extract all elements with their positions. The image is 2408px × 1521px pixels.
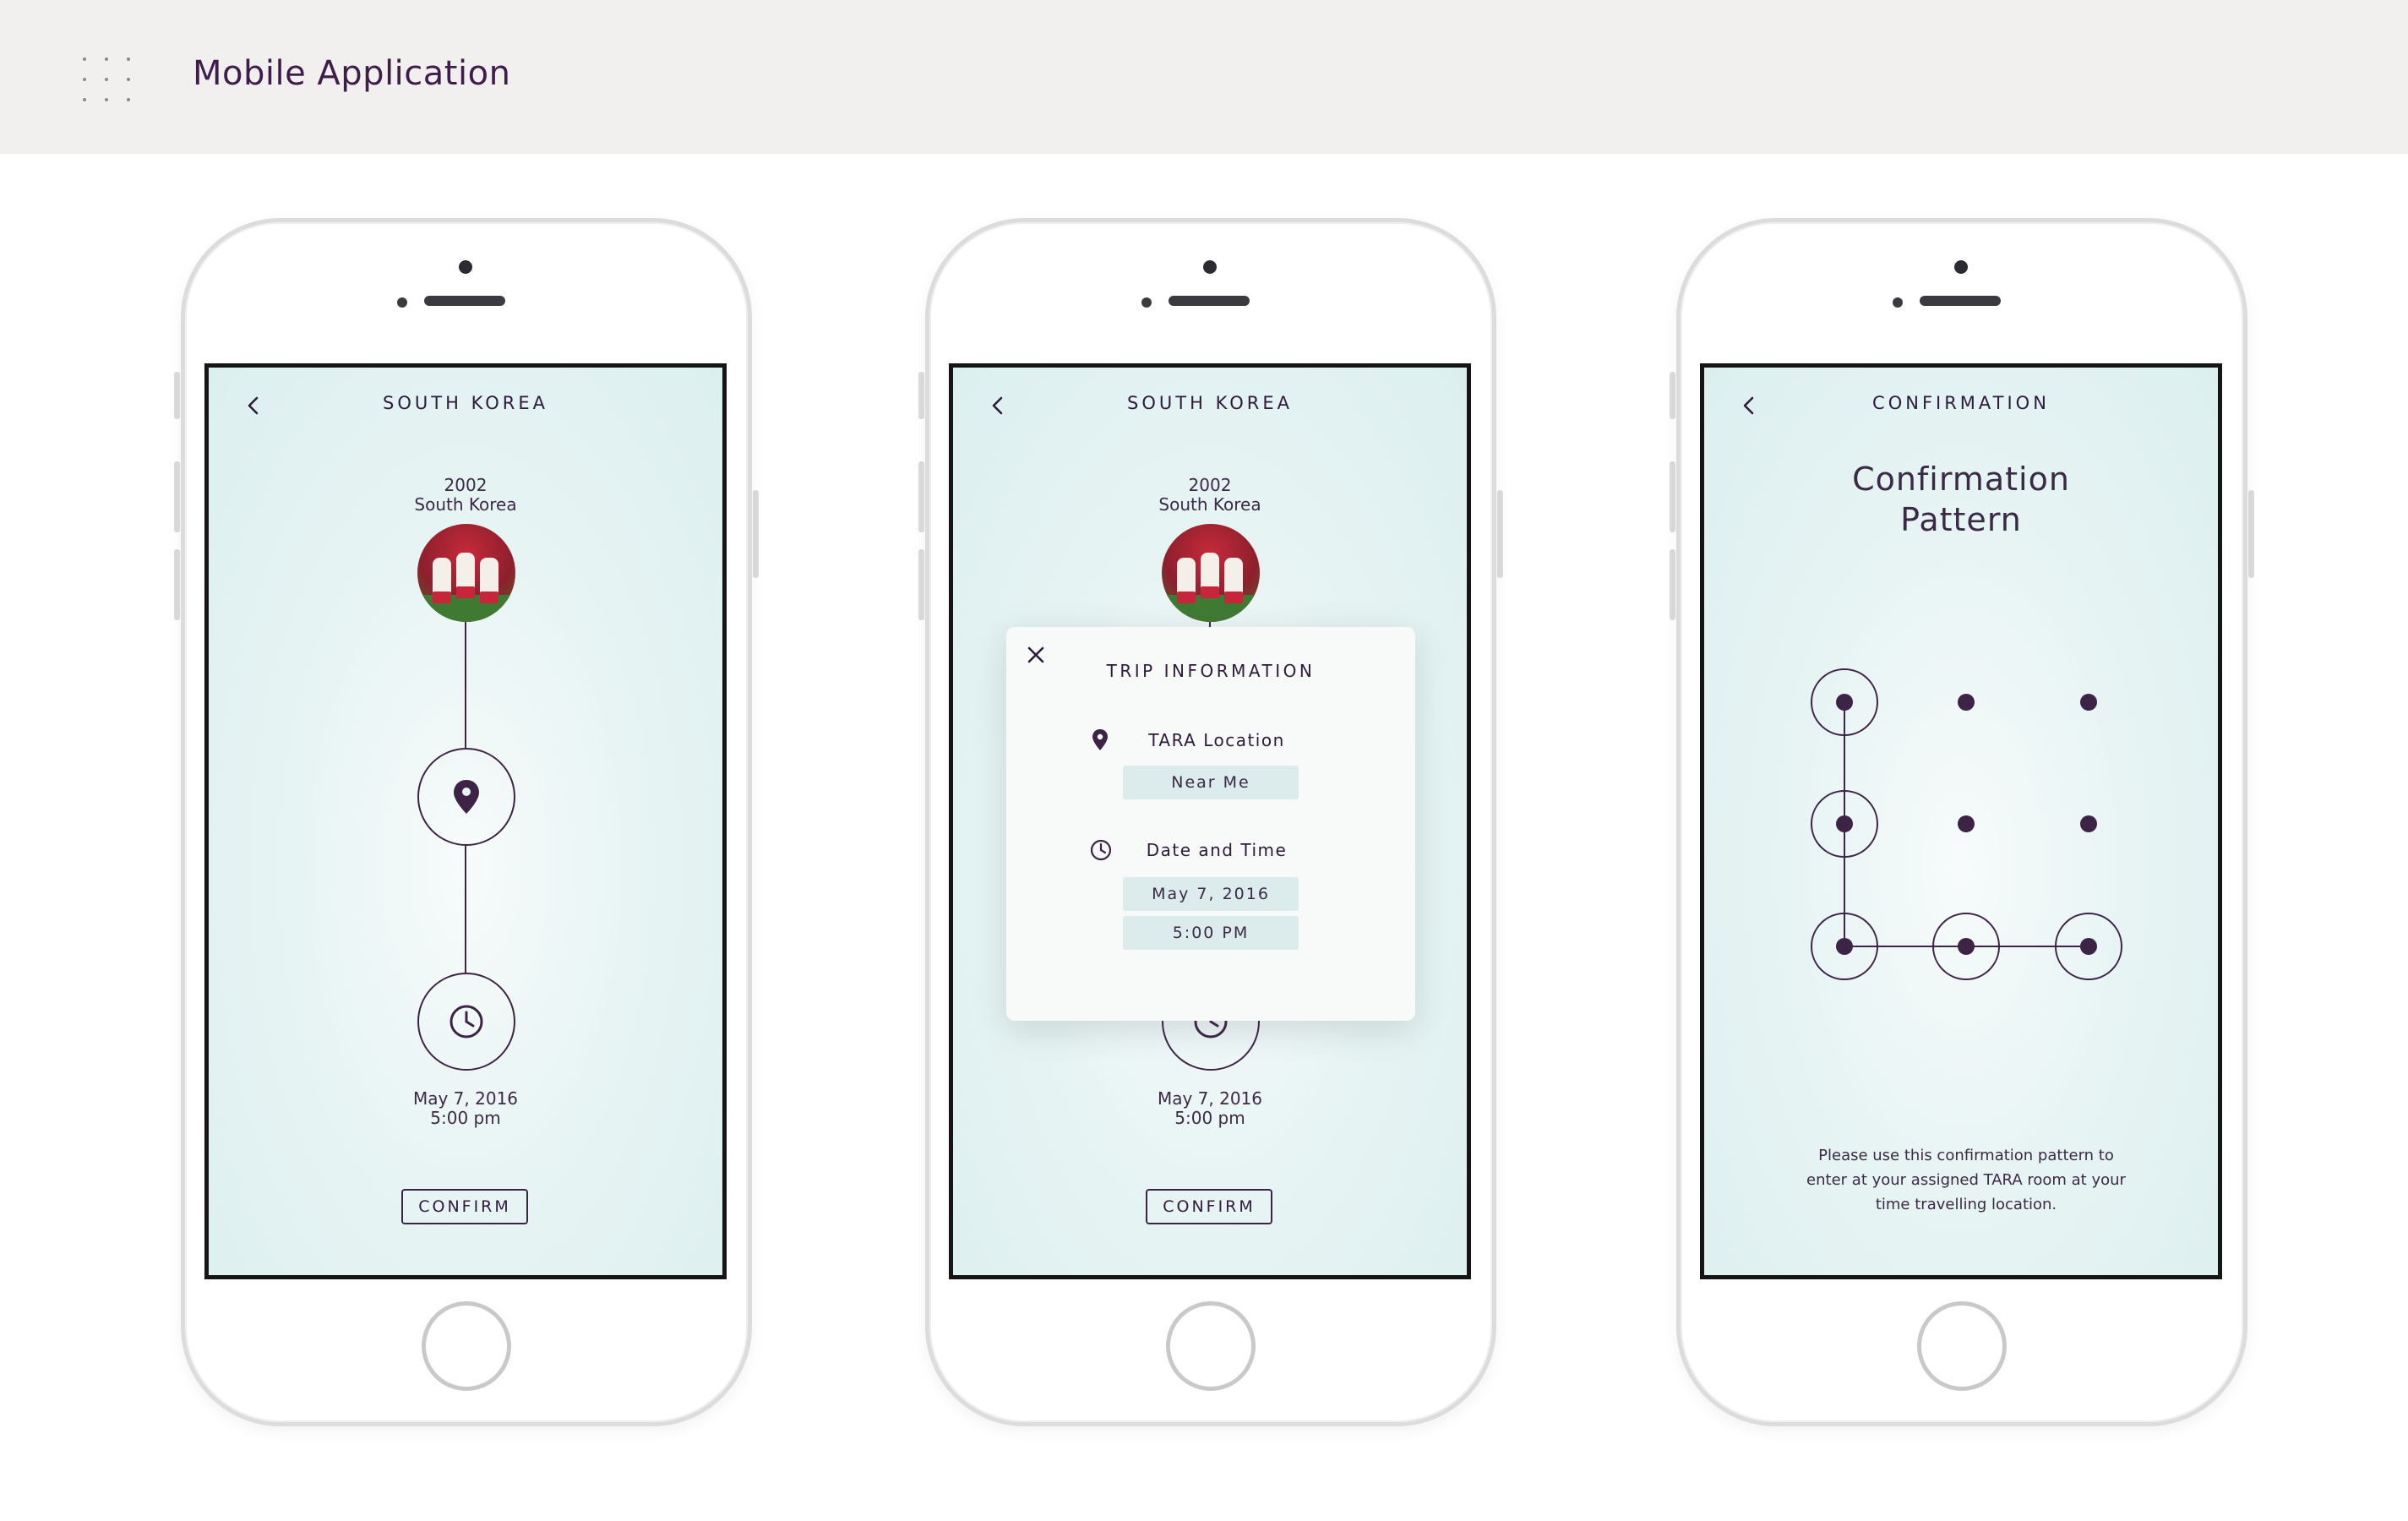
pattern-dot xyxy=(1836,938,1853,955)
page-header: Mobile Application xyxy=(0,0,2408,154)
location-label: TARA Location xyxy=(1148,730,1285,750)
front-camera xyxy=(459,260,472,274)
earpiece-speaker xyxy=(1169,296,1250,306)
modal-title: TRIP INFORMATION xyxy=(1106,661,1316,681)
trip-year: 2002 xyxy=(444,475,488,495)
trip-information-modal: TRIP INFORMATION TARA Location Near Me D… xyxy=(1006,627,1415,1021)
pattern-dot xyxy=(1836,694,1853,711)
time-button[interactable] xyxy=(417,973,515,1071)
pattern-dot xyxy=(2080,938,2097,955)
home-button[interactable] xyxy=(1917,1301,2007,1391)
destination-photo xyxy=(1162,524,1260,622)
phone-mockup-1: SOUTH KOREA 2002 South Korea May 7, 2016… xyxy=(174,218,759,1426)
pattern-dot xyxy=(2080,694,2097,711)
trip-country: South Korea xyxy=(414,494,517,515)
dot-grid-icon xyxy=(81,56,135,106)
confirm-button[interactable]: CONFIRM xyxy=(401,1189,528,1224)
pattern-dot xyxy=(1836,815,1853,832)
earpiece-speaker xyxy=(424,296,505,306)
date-field[interactable]: May 7, 2016 xyxy=(1123,877,1299,911)
pattern-dot xyxy=(1958,815,1975,832)
location-field[interactable]: Near Me xyxy=(1123,766,1299,799)
front-camera xyxy=(1203,260,1217,274)
location-button[interactable] xyxy=(417,748,515,846)
trip-time: 5:00 pm xyxy=(430,1108,501,1128)
pattern-dot xyxy=(1958,938,1975,955)
pattern-instructions: Please use this confirmation pattern to … xyxy=(1806,1147,2126,1213)
trip-date: May 7, 2016 xyxy=(1157,1088,1263,1109)
confirmation-screen: CONFIRMATION Confirmation Pattern Please… xyxy=(1700,363,2222,1279)
destination-photo xyxy=(417,524,515,622)
earpiece-speaker xyxy=(1920,296,2001,306)
trip-date: May 7, 2016 xyxy=(412,1088,519,1109)
phone-mockup-2: SOUTH KOREA 2002 South Korea May 7, 2016… xyxy=(918,218,1503,1426)
page-title: Mobile Application xyxy=(193,54,511,93)
trip-info-screen: SOUTH KOREA 2002 South Korea May 7, 2016… xyxy=(949,363,1471,1279)
screen-title: SOUTH KOREA xyxy=(383,393,548,413)
map-pin-icon xyxy=(454,780,479,814)
trip-screen: SOUTH KOREA 2002 South Korea May 7, 2016… xyxy=(204,363,727,1279)
confirm-button[interactable]: CONFIRM xyxy=(1146,1189,1272,1224)
clock-icon xyxy=(449,1005,483,1039)
trip-time: 5:00 pm xyxy=(1174,1108,1245,1128)
screen-title: SOUTH KOREA xyxy=(1127,393,1293,413)
time-field[interactable]: 5:00 PM xyxy=(1123,916,1299,950)
home-button[interactable] xyxy=(1166,1301,1256,1391)
trip-year: 2002 xyxy=(1188,475,1232,495)
front-camera xyxy=(1954,260,1968,274)
trip-country: South Korea xyxy=(1158,494,1261,515)
home-button[interactable] xyxy=(422,1301,511,1391)
pattern-dot xyxy=(2080,815,2097,832)
pattern-dot xyxy=(1958,694,1975,711)
phone-mockup-3: CONFIRMATION Confirmation Pattern Please… xyxy=(1670,218,2254,1426)
datetime-label: Date and Time xyxy=(1146,840,1288,860)
